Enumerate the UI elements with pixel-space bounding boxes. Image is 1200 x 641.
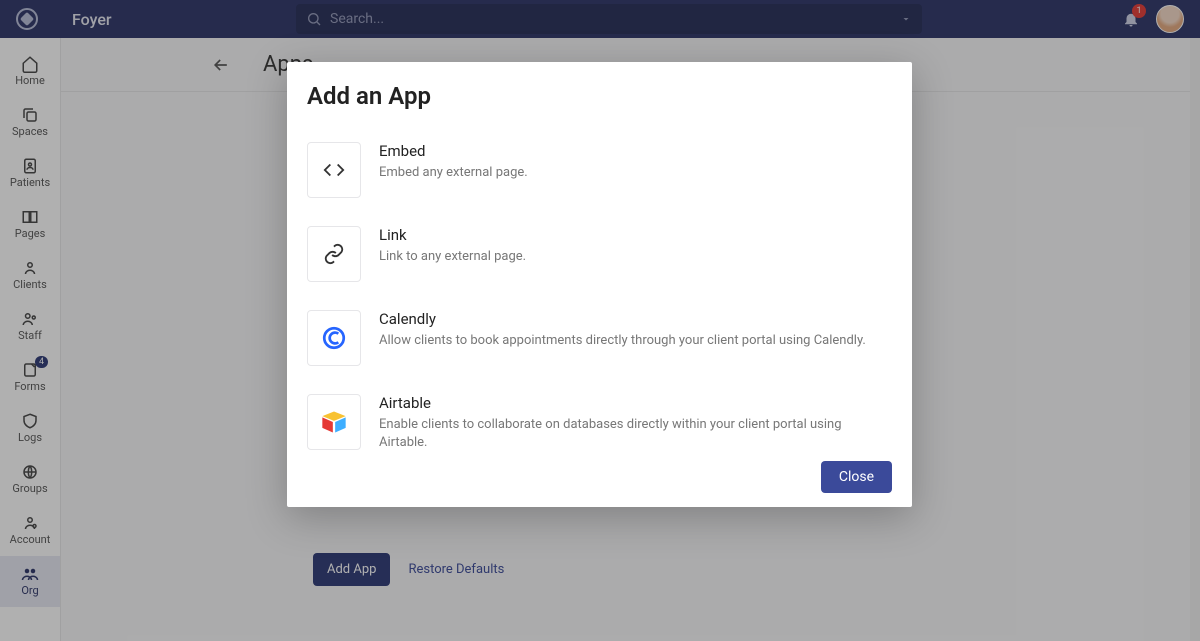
app-desc: Embed any external page. — [379, 164, 528, 182]
app-option-calendly[interactable]: Calendly Allow clients to book appointme… — [307, 296, 888, 380]
link-icon — [307, 226, 361, 282]
app-option-embed[interactable]: Embed Embed any external page. — [307, 128, 888, 212]
app-name: Calendly — [379, 310, 866, 328]
app-option-link[interactable]: Link Link to any external page. — [307, 212, 888, 296]
modal-overlay[interactable]: Add an App Embed Embed any external page… — [0, 0, 1200, 641]
airtable-icon — [307, 394, 361, 450]
modal-title: Add an App — [307, 82, 892, 110]
add-app-modal: Add an App Embed Embed any external page… — [287, 62, 912, 507]
app-name: Embed — [379, 142, 528, 160]
app-desc: Allow clients to book appointments direc… — [379, 332, 866, 350]
app-desc: Enable clients to collaborate on databas… — [379, 416, 888, 451]
app-name: Link — [379, 226, 526, 244]
app-name: Airtable — [379, 394, 888, 412]
app-desc: Link to any external page. — [379, 248, 526, 266]
code-icon — [307, 142, 361, 198]
calendly-icon — [307, 310, 361, 366]
app-option-airtable[interactable]: Airtable Enable clients to collaborate o… — [307, 380, 888, 451]
close-button[interactable]: Close — [821, 461, 892, 493]
app-list[interactable]: Embed Embed any external page. Link Link… — [307, 128, 892, 451]
